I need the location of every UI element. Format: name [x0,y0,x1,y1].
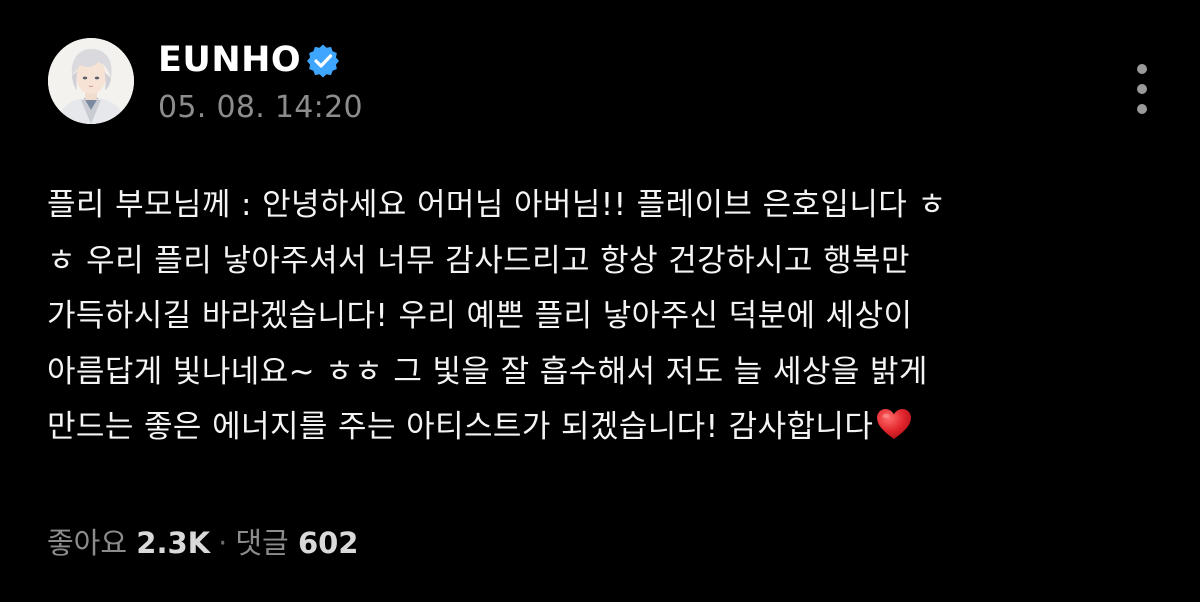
post-body-line: 만드는 좋은 에너지를 주는 아티스트가 되겠습니다! 감사합니다 [47,409,874,445]
more-vertical-dot [1137,104,1147,114]
comments-count: 602 [297,526,359,560]
post-card: EUNHO 05. 08. 14:20 플리 부모님께 : 안녕하세요 어머님 … [0,0,1200,602]
post-body: 플리 부모님께 : 안녕하세요 어머님 아버님!! 플레이브 은호입니다 ㅎ ㅎ… [47,178,1167,456]
heart-icon [877,409,912,439]
post-stats: 좋아요 2.3K · 댓글 602 [47,521,358,565]
more-options-button[interactable] [1122,58,1166,126]
author-name[interactable]: EUNHO [158,38,301,82]
stats-separator: · [218,526,228,560]
comments-stat[interactable]: 댓글 602 [235,526,358,560]
post-body-line: 아름답게 빛나네요~ ㅎㅎ 그 빛을 잘 흡수해서 저도 늘 세상을 밝게 [47,353,928,390]
post-timestamp: 05. 08. 14:20 [158,90,363,125]
post-body-last-line: 만드는 좋은 에너지를 주는 아티스트가 되겠습니다! 감사합니다 [47,400,1167,456]
avatar[interactable] [48,38,134,124]
likes-stat[interactable]: 좋아요 2.3K [47,526,210,560]
post-body-line: 가득하시길 바라겠습니다! 우리 예쁜 플리 낳아주신 덕분에 세상이 [47,298,913,334]
comments-label: 댓글 [235,526,289,560]
post-body-line: 플리 부모님께 : 안녕하세요 어머님 아버님!! 플레이브 은호입니다 ㅎ [47,187,947,223]
post-body-line: ㅎ 우리 플리 낳아주셔서 너무 감사드리고 항상 건강하시고 행복만 [47,242,910,279]
likes-label: 좋아요 [47,526,128,560]
more-vertical-icon [1137,64,1147,74]
likes-count: 2.3K [136,526,211,560]
more-vertical-dot [1137,84,1147,94]
avatar-character-icon [48,38,134,124]
verified-badge-icon [307,44,339,78]
